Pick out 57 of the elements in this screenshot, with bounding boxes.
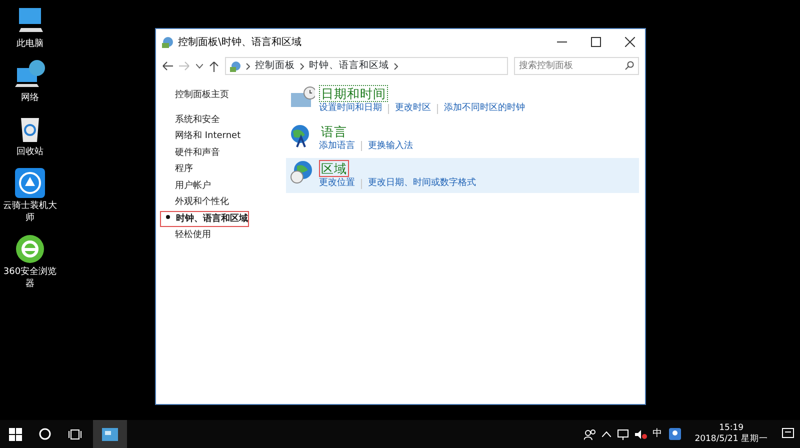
- task-link[interactable]: 添加不同时区的时钟: [444, 102, 525, 116]
- windows-logo-icon: [8, 428, 22, 440]
- search-icon: [625, 61, 634, 70]
- search-field[interactable]: 搜索控制面板: [514, 57, 639, 75]
- chevron-up-icon[interactable]: [602, 431, 611, 437]
- notification-icon[interactable]: [782, 428, 794, 440]
- window-title: 控制面板\时钟、语言和区域: [178, 36, 302, 50]
- desktop-icon-label[interactable]: 网络: [0, 92, 60, 104]
- sidebar-link[interactable]: 控制面板主页: [160, 87, 230, 104]
- desktop-icon-label[interactable]: 回收站: [0, 146, 60, 158]
- sidebar-item[interactable]: 硬件和声音: [160, 144, 221, 161]
- address-bar[interactable]: 控制面板 时钟、语言和区域: [225, 57, 508, 75]
- category-title[interactable]: 语言: [319, 122, 349, 140]
- circle-icon: [39, 428, 51, 440]
- browser-icon[interactable]: [13, 232, 47, 266]
- sidebar-item[interactable]: 外观和个性化: [160, 194, 230, 210]
- sidebar-item[interactable]: 系统和安全: [160, 112, 221, 128]
- back-arrow-icon[interactable]: [162, 61, 173, 71]
- globe-clock-icon: [289, 160, 315, 186]
- breadcrumb-item[interactable]: 时钟、语言和区域: [309, 58, 389, 74]
- control-panel-icon: [230, 60, 241, 72]
- sidebar-item[interactable]: 时钟、语言和区域: [160, 210, 249, 227]
- sidebar-item[interactable]: 网络和 Internet: [160, 128, 242, 144]
- breadcrumb-item[interactable]: 控制面板: [255, 58, 295, 74]
- muted-speaker-icon[interactable]: [634, 428, 647, 440]
- task-link[interactable]: 设置时间和日期: [319, 102, 382, 116]
- task-link[interactable]: 更改时区: [395, 102, 431, 116]
- dropdown-caret-icon[interactable]: [196, 64, 203, 68]
- sidebar-item[interactable]: 轻松使用: [160, 227, 212, 244]
- chevron-right-icon[interactable]: [300, 62, 304, 70]
- control-panel-icon: [161, 36, 174, 48]
- people-icon[interactable]: [584, 428, 596, 440]
- sidebar-item[interactable]: 程序: [160, 161, 194, 178]
- category-title[interactable]: 区域: [319, 160, 349, 177]
- close-icon: [625, 37, 635, 47]
- up-arrow-icon[interactable]: [209, 60, 219, 72]
- task-view-icon: [68, 428, 82, 440]
- task-link[interactable]: 更改日期、时间或数字格式: [368, 177, 476, 190]
- task-link[interactable]: 更改位置: [319, 177, 355, 190]
- chevron-right-icon[interactable]: [246, 62, 250, 70]
- desktop-icon-label[interactable]: 360安全浏览器: [0, 266, 60, 290]
- control-panel-taskbar-button[interactable]: [93, 420, 127, 448]
- maximize-icon: [591, 37, 601, 47]
- control-panel-icon: [102, 428, 118, 440]
- clock[interactable]: 15:19 2018/5/21 星期一: [694, 423, 768, 445]
- desktop-icon-label[interactable]: 此电脑: [0, 38, 60, 50]
- sidebar-item[interactable]: 用户帐户: [160, 178, 212, 194]
- task-link[interactable]: 更换输入法: [368, 140, 413, 153]
- ime-indicator[interactable]: 中: [652, 426, 663, 442]
- task-link[interactable]: 添加语言: [319, 140, 355, 153]
- app-icon[interactable]: [13, 166, 47, 200]
- bullet-icon: [166, 215, 170, 220]
- network-icon[interactable]: [616, 428, 629, 440]
- desktop-icon-label[interactable]: 云骑士装机大师: [0, 200, 60, 224]
- app-tray-icon[interactable]: [668, 428, 681, 440]
- category-title[interactable]: 日期和时间: [319, 85, 388, 102]
- chevron-right-icon[interactable]: [394, 62, 398, 70]
